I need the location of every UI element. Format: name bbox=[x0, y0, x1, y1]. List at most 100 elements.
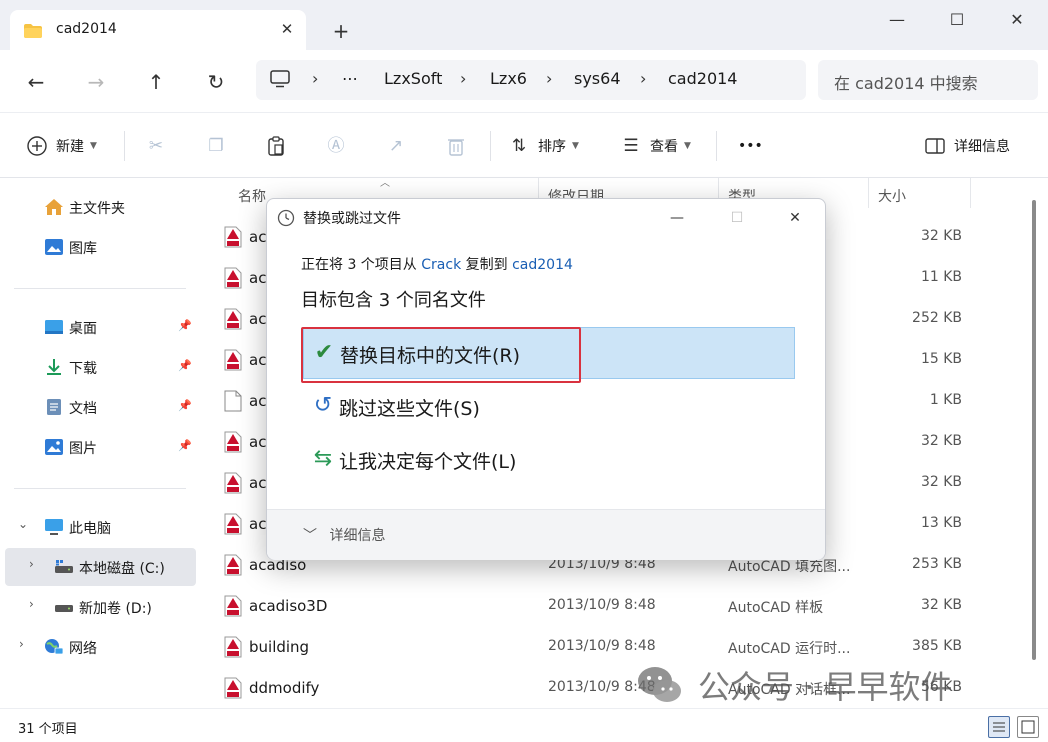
file-name: ac bbox=[249, 515, 267, 533]
rename-icon: Ⓐ bbox=[327, 136, 345, 156]
sidebar-item-home[interactable]: 主文件夹 bbox=[0, 188, 196, 226]
more-details-label: 详细信息 bbox=[329, 528, 386, 544]
sidebar-item-gallery[interactable]: 图库 bbox=[0, 228, 196, 266]
breadcrumb-separator: › bbox=[312, 69, 319, 88]
divider bbox=[490, 131, 491, 161]
details-view-button[interactable] bbox=[988, 716, 1010, 738]
sidebar-item-downloads[interactable]: 下载 📌 bbox=[0, 348, 196, 386]
paste-button[interactable] bbox=[265, 133, 287, 159]
blank-file-icon bbox=[224, 390, 242, 412]
view-icon: ☰ bbox=[623, 136, 639, 156]
scrollbar[interactable] bbox=[1032, 200, 1036, 660]
breadcrumb-separator: › bbox=[546, 69, 553, 88]
rename-button[interactable]: Ⓐ bbox=[325, 133, 347, 159]
source-folder-link[interactable]: Crack bbox=[421, 257, 461, 273]
chevron-down-icon: ▼ bbox=[684, 141, 691, 151]
tiles-view-button[interactable] bbox=[1017, 716, 1039, 738]
refresh-button[interactable]: ↻ bbox=[202, 68, 230, 96]
sidebar-item-label: 新加卷 (D:) bbox=[79, 601, 152, 617]
share-button[interactable]: ↗ bbox=[385, 133, 407, 159]
divider bbox=[14, 488, 186, 489]
pin-icon[interactable]: 📌 bbox=[178, 399, 192, 412]
forward-button[interactable]: → bbox=[82, 68, 110, 96]
sort-label: 排序 bbox=[538, 139, 566, 155]
breadcrumb-lzx6[interactable]: Lzx6 bbox=[490, 69, 527, 88]
pin-icon[interactable]: 📌 bbox=[178, 359, 192, 372]
file-size: 13 KB bbox=[920, 515, 962, 531]
file-name: ac bbox=[249, 269, 267, 287]
more-details-toggle[interactable]: ﹀ 详细信息 bbox=[303, 525, 385, 545]
replace-or-skip-dialog: 替换或跳过文件 — ☐ ✕ 正在将 3 个项目从 Crack 复制到 cad20… bbox=[266, 198, 826, 560]
new-tab-button[interactable]: + bbox=[330, 20, 352, 42]
file-type: AutoCAD 样板 bbox=[728, 600, 824, 616]
sidebar-item-drive-c[interactable]: › 本地磁盘 (C:) bbox=[5, 548, 196, 586]
column-divider[interactable] bbox=[868, 178, 869, 208]
file-name: ddmodify bbox=[249, 679, 320, 697]
sidebar-item-label: 主文件夹 bbox=[69, 201, 125, 217]
column-divider[interactable] bbox=[970, 178, 971, 208]
breadcrumb-separator: › bbox=[640, 69, 647, 88]
up-button[interactable]: ↑ bbox=[142, 68, 170, 96]
clock-icon bbox=[277, 209, 295, 227]
sidebar-item-label: 文档 bbox=[69, 401, 97, 417]
chevron-right-icon[interactable]: › bbox=[19, 637, 24, 651]
decide-each-file-option[interactable]: ⇆ 让我决定每个文件(L) bbox=[303, 434, 795, 486]
pin-icon[interactable]: 📌 bbox=[178, 319, 192, 332]
details-pane-button[interactable]: 详细信息 bbox=[924, 133, 1010, 159]
close-window-button[interactable]: ✕ bbox=[994, 8, 1040, 32]
minimize-button[interactable]: — bbox=[874, 8, 920, 32]
dialog-close-button[interactable]: ✕ bbox=[777, 205, 813, 231]
navigation-pane: 主文件夹 图库 桌面 📌 下载 📌 文档 📌 图片 📌 ⌄ 此电脑 › 本地磁盘… bbox=[0, 178, 200, 708]
more-options-button[interactable]: ••• bbox=[738, 133, 763, 159]
breadcrumb-cad2014[interactable]: cad2014 bbox=[668, 69, 737, 88]
view-button[interactable]: ☰ 查看 ▼ bbox=[620, 133, 691, 159]
delete-button[interactable] bbox=[445, 133, 467, 159]
file-size: 32 KB bbox=[920, 433, 962, 449]
address-bar[interactable]: › ⋯ LzxSoft › Lzx6 › sys64 › cad2014 bbox=[256, 60, 806, 100]
new-button[interactable]: 新建 ▼ bbox=[26, 133, 97, 159]
dialog-minimize-button[interactable]: — bbox=[659, 205, 695, 231]
back-button[interactable]: ← bbox=[22, 68, 50, 96]
divider bbox=[124, 131, 125, 161]
destination-folder-link[interactable]: cad2014 bbox=[512, 257, 573, 273]
chevron-right-icon[interactable]: › bbox=[29, 557, 34, 571]
sidebar-item-pictures[interactable]: 图片 📌 bbox=[0, 428, 196, 466]
file-date: 2013/10/9 8:48 bbox=[548, 597, 656, 613]
sort-button[interactable]: ⇅ 排序 ▼ bbox=[508, 133, 579, 159]
column-header-name[interactable]: 名称 bbox=[238, 186, 266, 206]
breadcrumb-sys64[interactable]: sys64 bbox=[574, 69, 621, 88]
search-box[interactable]: 在 cad2014 中搜索 bbox=[818, 60, 1038, 100]
sidebar-item-network[interactable]: › 网络 bbox=[0, 628, 196, 666]
file-name: ac bbox=[249, 433, 267, 451]
documents-icon bbox=[47, 399, 61, 415]
skip-files-option[interactable]: ↺ 跳过这些文件(S) bbox=[303, 381, 795, 433]
tab-cad2014[interactable]: cad2014 ✕ bbox=[10, 10, 306, 50]
chevron-down-icon: ▼ bbox=[90, 141, 97, 151]
pin-icon[interactable]: 📌 bbox=[178, 439, 192, 452]
sidebar-item-drive-d[interactable]: › 新加卷 (D:) bbox=[0, 588, 196, 626]
breadcrumb-lzxsoft[interactable]: LzxSoft bbox=[384, 69, 442, 88]
sidebar-item-label: 此电脑 bbox=[69, 521, 111, 537]
chevron-right-icon[interactable]: › bbox=[29, 597, 34, 611]
file-size: 32 KB bbox=[920, 228, 962, 244]
delete-icon bbox=[448, 139, 464, 156]
file-size: 1 KB bbox=[929, 392, 962, 408]
sidebar-item-documents[interactable]: 文档 📌 bbox=[0, 388, 196, 426]
close-tab-icon[interactable]: ✕ bbox=[276, 18, 298, 40]
chevron-down-icon[interactable]: ⌄ bbox=[18, 517, 28, 531]
conflict-heading: 目标包含 3 个同名文件 bbox=[301, 290, 486, 311]
decide-icon: ⇆ bbox=[313, 446, 333, 471]
table-row[interactable]: acadiso3D 2013/10/9 8:48 AutoCAD 样板 32 KB bbox=[200, 587, 1030, 627]
sidebar-item-desktop[interactable]: 桌面 📌 bbox=[0, 308, 196, 346]
file-date: 2013/10/9 8:48 bbox=[548, 638, 656, 654]
sidebar-item-this-pc[interactable]: ⌄ 此电脑 bbox=[0, 508, 196, 546]
column-header-size[interactable]: 大小 bbox=[878, 186, 906, 206]
dialog-maximize-button[interactable]: ☐ bbox=[719, 205, 755, 231]
breadcrumb-overflow[interactable]: ⋯ bbox=[342, 69, 358, 88]
copy-button[interactable]: ❐ bbox=[205, 133, 227, 159]
sidebar-item-label: 本地磁盘 (C:) bbox=[79, 561, 165, 577]
status-bar: 31 个项目 bbox=[0, 708, 1048, 742]
cut-button[interactable]: ✂ bbox=[145, 133, 167, 159]
maximize-button[interactable]: ☐ bbox=[934, 8, 980, 32]
dialog-title: 替换或跳过文件 bbox=[303, 211, 401, 227]
